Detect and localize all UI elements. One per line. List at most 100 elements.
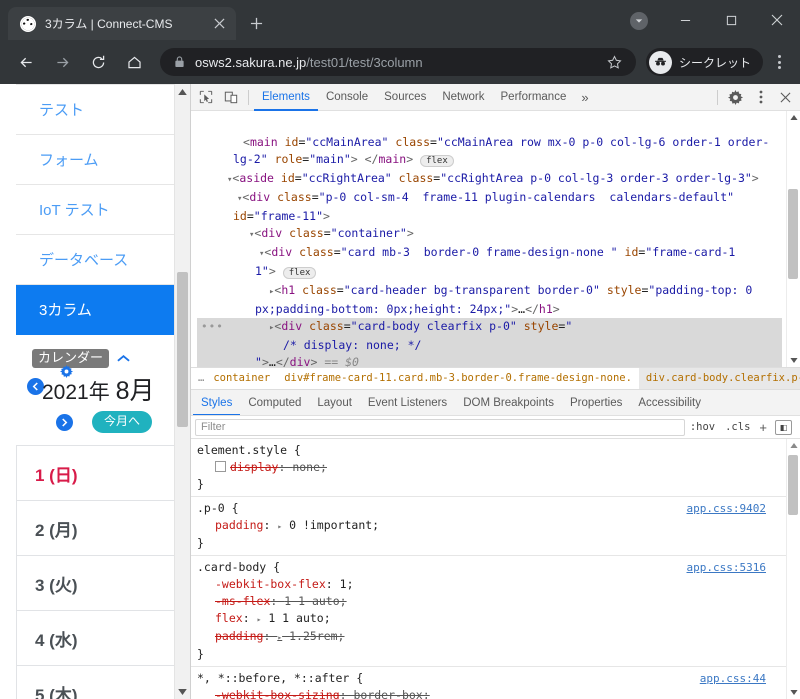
styles-scrollbar[interactable] (786, 439, 800, 699)
list-item[interactable]: 4 (水) (17, 611, 179, 667)
css-declaration[interactable]: display: none; (197, 459, 786, 476)
flex-badge[interactable]: flex (420, 155, 454, 167)
incognito-indicator[interactable]: シークレット (645, 48, 763, 76)
tab-computed[interactable]: Computed (240, 390, 309, 415)
panel-toggle-icon[interactable]: ◧ (775, 419, 792, 435)
expand-arrow-icon[interactable]: ▸ (277, 522, 282, 531)
arrow-right-icon[interactable] (48, 48, 76, 76)
go-to-this-month-button[interactable]: 今月へ (92, 411, 153, 433)
css-rule[interactable]: app.css:9402 .p-0 { padding: ▸ 0 !import… (191, 497, 786, 556)
scrollbar-thumb[interactable] (788, 189, 798, 279)
sidebar-item-database[interactable]: データベース (16, 235, 180, 285)
list-item[interactable]: 3 (火) (17, 556, 179, 612)
stylesheet-source-link[interactable]: app.css:44 (700, 670, 766, 687)
breadcrumb-item-selected[interactable]: div.card-body.clearfix.p-0 (638, 368, 800, 389)
list-item[interactable]: 5 (木) (17, 666, 179, 699)
scroll-down-icon[interactable] (175, 684, 190, 699)
minimize-icon[interactable] (662, 4, 708, 36)
scrollbar-thumb[interactable] (177, 272, 188, 427)
new-tab-button[interactable] (242, 9, 270, 37)
tab-properties[interactable]: Properties (562, 390, 630, 415)
tab-console[interactable]: Console (318, 84, 376, 111)
tab-event-listeners[interactable]: Event Listeners (360, 390, 455, 415)
dom-line[interactable]: lg-2" role="main"> </main> flex (197, 151, 782, 170)
expand-arrow-icon[interactable]: ▸ (277, 633, 282, 642)
scrollbar-thumb[interactable] (788, 455, 798, 515)
tab-layout[interactable]: Layout (309, 390, 360, 415)
css-rule[interactable]: app.css:44 *, *::before, *::after { -web… (191, 667, 786, 699)
dom-line[interactable]: id="frame-11"> (197, 208, 782, 225)
dom-scrollbar[interactable] (786, 111, 800, 367)
search-input[interactable]: Filter (195, 418, 685, 436)
dom-line[interactable]: ▸<h1 class="card-header bg-transparent b… (197, 282, 782, 301)
close-icon[interactable] (754, 4, 800, 36)
kebab-menu-icon[interactable] (748, 85, 773, 110)
gear-icon[interactable] (723, 85, 748, 110)
tab-search-icon[interactable] (630, 12, 648, 30)
scroll-up-icon[interactable] (787, 439, 800, 452)
tab-performance[interactable]: Performance (493, 84, 575, 111)
chevron-right-circle-icon[interactable] (56, 414, 73, 432)
dom-line[interactable]: ▾<div class="container"> (197, 225, 782, 244)
dom-line[interactable]: <main id="ccMainArea" class="ccMainArea … (197, 134, 782, 151)
css-declaration[interactable]: flex: ▸ 1 1 auto; (197, 610, 786, 628)
dom-line[interactable]: ▾<div class="card mb-3 border-0 frame-de… (197, 244, 782, 263)
inspect-element-icon[interactable] (193, 85, 218, 110)
css-declaration[interactable]: -webkit-box-sizing: border-box; (197, 687, 786, 699)
dom-tree[interactable]: <main id="ccMainArea" class="ccMainArea … (191, 111, 800, 367)
hov-toggle-button[interactable]: :hov (685, 421, 720, 433)
scroll-up-icon[interactable] (787, 111, 800, 124)
tab-network[interactable]: Network (434, 84, 492, 111)
list-item[interactable]: 2 (月) (17, 501, 179, 557)
tab-styles[interactable]: Styles (193, 390, 240, 415)
page-scrollbar[interactable] (174, 84, 190, 699)
sidebar-item-iot-test[interactable]: IoT テスト (16, 185, 180, 235)
dom-line[interactable]: px;padding-bottom: 0px;height: 24px;">…<… (197, 301, 782, 318)
star-icon[interactable] (604, 51, 626, 73)
close-icon[interactable] (773, 85, 798, 110)
browser-tab[interactable]: 3カラム | Connect-CMS (8, 7, 236, 40)
dom-line-selected[interactable]: ••• ▸<div class="card-body clearfix p-0" … (197, 318, 782, 337)
breadcrumb-item[interactable]: container (206, 368, 277, 389)
sidebar-item-form[interactable]: フォーム (16, 135, 180, 185)
dom-line[interactable]: 1"> flex (197, 263, 782, 282)
chevron-up-icon[interactable] (117, 351, 130, 366)
home-icon[interactable] (120, 48, 148, 76)
css-declaration[interactable]: -webkit-box-flex: 1; (197, 576, 786, 593)
cls-toggle-button[interactable]: .cls (720, 421, 755, 433)
line-menu-dots[interactable]: ••• (201, 318, 224, 335)
tab-accessibility[interactable]: Accessibility (630, 390, 709, 415)
address-bar[interactable]: osws2.sakura.ne.jp/test01/test/3column (160, 48, 636, 76)
flex-badge[interactable]: flex (282, 267, 317, 279)
close-icon[interactable] (210, 15, 228, 33)
maximize-icon[interactable] (708, 4, 754, 36)
declaration-checkbox[interactable] (215, 461, 226, 472)
expand-arrow-icon[interactable]: ▸ (257, 615, 262, 624)
kebab-menu-icon[interactable] (766, 49, 792, 75)
scroll-down-icon[interactable] (787, 354, 800, 367)
css-rule[interactable]: app.css:5316 .card-body { -webkit-box-fl… (191, 556, 786, 667)
styles-pane[interactable]: element.style { display: none; } app.css… (191, 439, 800, 699)
plus-icon[interactable]: + (755, 420, 771, 435)
stylesheet-source-link[interactable]: app.css:5316 (687, 559, 766, 576)
more-tabs-icon[interactable]: » (574, 90, 595, 105)
tab-dom-breakpoints[interactable]: DOM Breakpoints (455, 390, 562, 415)
css-rule[interactable]: element.style { display: none; } (191, 439, 786, 497)
device-toolbar-icon[interactable] (218, 85, 243, 110)
breadcrumb-item[interactable]: div#frame-card-11.card.mb-3.border-0.fra… (277, 368, 639, 389)
list-item[interactable]: 1 (日) (17, 446, 179, 502)
tab-sources[interactable]: Sources (376, 84, 434, 111)
dom-line-selected[interactable]: ">…</div> == $0 (197, 354, 782, 367)
sidebar-item-3column[interactable]: 3カラム (16, 285, 180, 335)
dom-line[interactable]: ▾<div class="p-0 col-sm-4 frame-11 plugi… (197, 189, 782, 208)
stylesheet-source-link[interactable]: app.css:9402 (687, 500, 766, 517)
sidebar-item-test[interactable]: テスト (16, 85, 180, 135)
tab-elements[interactable]: Elements (254, 84, 318, 111)
css-declaration[interactable]: padding: ▸ 0 !important; (197, 517, 786, 535)
dom-line-selected[interactable]: /* display: none; */ (197, 337, 782, 354)
css-declaration[interactable]: -ms-flex: 1 1 auto; (197, 593, 786, 610)
css-declaration[interactable]: padding: ▸ 1.25rem; (197, 628, 786, 646)
reload-icon[interactable] (84, 48, 112, 76)
scroll-up-icon[interactable] (175, 84, 190, 99)
scroll-down-icon[interactable] (787, 686, 800, 699)
